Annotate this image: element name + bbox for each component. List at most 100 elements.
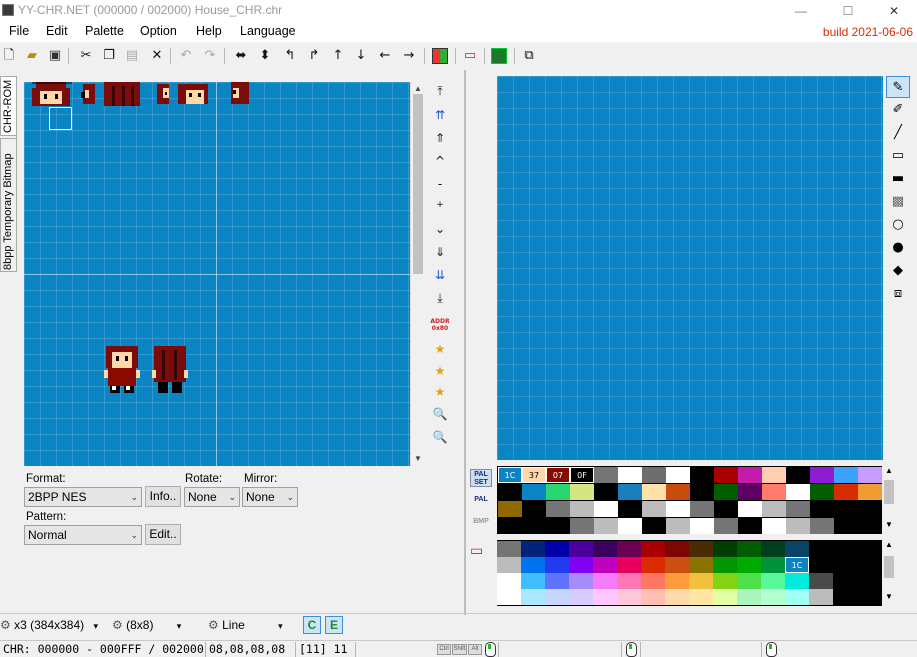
palette-swatch[interactable] — [522, 484, 546, 500]
palette-swatch[interactable] — [738, 501, 762, 517]
master-palette-swatch[interactable] — [809, 557, 833, 573]
menu-language[interactable]: Language — [240, 24, 296, 38]
shift-up-icon[interactable]: ↑ — [329, 47, 347, 65]
line-tool-icon[interactable]: ╱ — [886, 122, 910, 144]
palette-swatch[interactable] — [738, 484, 762, 500]
master-palette-scrollbar[interactable]: ▲ ▼ — [882, 540, 896, 606]
palette-swatch[interactable] — [714, 484, 738, 500]
palette-swatch[interactable] — [522, 501, 546, 517]
zoom-in-icon[interactable]: 🔍 — [428, 407, 452, 421]
palette-swatch[interactable] — [810, 518, 834, 534]
master-palette-swatch[interactable] — [617, 589, 641, 605]
master-palette-swatch[interactable] — [857, 589, 881, 605]
master-palette-swatch[interactable] — [569, 541, 593, 557]
cut-icon[interactable]: ✂ — [77, 47, 95, 65]
chr-tile-view[interactable] — [24, 82, 410, 466]
nav-byte-down-icon[interactable]: + — [428, 200, 452, 210]
palette-swatch[interactable] — [594, 484, 618, 500]
filled-rectangle-tool-icon[interactable]: ▬ — [886, 168, 910, 190]
palette-swatch[interactable] — [810, 501, 834, 517]
select-tool-icon[interactable]: ⧈ — [886, 283, 910, 305]
scroll-down-arrow-icon[interactable]: ▼ — [411, 454, 425, 463]
draw-mode-select[interactable]: ⚙ Line ▾ — [208, 618, 283, 632]
pattern-edit-button[interactable]: Edit.. — [145, 524, 181, 545]
master-palette-swatch[interactable] — [569, 573, 593, 589]
master-palette-swatch[interactable] — [545, 573, 569, 589]
master-palette-swatch[interactable] — [785, 573, 809, 589]
palette-swatch[interactable] — [546, 501, 570, 517]
save-bitmap-icon[interactable] — [490, 47, 508, 65]
dither-rectangle-tool-icon[interactable]: ▩ — [886, 191, 910, 213]
nav-page-up-icon[interactable]: ⇑ — [428, 131, 452, 145]
master-palette-swatch[interactable] — [593, 541, 617, 557]
master-palette-swatch[interactable] — [593, 589, 617, 605]
palette-swatch[interactable] — [594, 501, 618, 517]
palette-swatch[interactable] — [762, 467, 786, 483]
palette-swatch[interactable] — [786, 484, 810, 500]
filled-ellipse-tool-icon[interactable]: ● — [886, 237, 910, 259]
flip-horizontal-icon[interactable]: ⬌ — [232, 47, 250, 65]
palette-swatch[interactable] — [690, 501, 714, 517]
mirror-select[interactable]: None ⌄ — [242, 487, 298, 507]
palette-set-grid[interactable]: 1C 37 07 0F — [497, 466, 882, 534]
pal-set-button[interactable]: PAL SET — [470, 469, 492, 487]
menu-palette[interactable]: Palette — [85, 24, 124, 38]
scroll-thumb[interactable] — [413, 94, 423, 274]
undo-icon[interactable]: ↶ — [177, 47, 195, 65]
master-palette-swatch[interactable] — [689, 573, 713, 589]
menu-option[interactable]: Option — [140, 24, 177, 38]
palette-swatch[interactable] — [570, 518, 594, 534]
palette-swatch[interactable] — [810, 467, 834, 483]
palette-swatch[interactable] — [570, 501, 594, 517]
master-palette-swatch[interactable] — [593, 557, 617, 573]
master-palette-swatch[interactable] — [665, 557, 689, 573]
master-palette-swatch[interactable] — [641, 541, 665, 557]
pen-tool-icon[interactable]: ✐ — [886, 99, 910, 121]
ellipse-tool-icon[interactable]: ○ — [886, 214, 910, 236]
palette-swatch[interactable] — [618, 518, 642, 534]
open-in-window-icon[interactable]: ⧉ — [520, 47, 538, 65]
master-palette-swatch[interactable] — [833, 589, 857, 605]
palette-swatch[interactable] — [834, 484, 858, 500]
bmp-label[interactable]: BMP — [470, 518, 492, 526]
tile-edit-canvas[interactable] — [497, 76, 883, 460]
toggle-c-button[interactable]: C — [303, 616, 321, 634]
nav-page-down-fast-icon[interactable]: ⇊ — [428, 268, 452, 282]
master-palette-swatch[interactable] — [833, 573, 857, 589]
palette-set-scrollbar[interactable]: ▲ ▼ — [882, 466, 896, 534]
minimize-button[interactable]: — — [778, 0, 824, 22]
palette-selected-color[interactable]: 0F — [570, 467, 594, 483]
maximize-button[interactable]: ☐ — [825, 0, 871, 22]
palette-swatch[interactable] — [618, 501, 642, 517]
master-palette-swatch[interactable] — [569, 557, 593, 573]
master-palette-swatch[interactable] — [665, 573, 689, 589]
palette-swatch[interactable] — [666, 467, 690, 483]
master-palette-swatch[interactable] — [785, 589, 809, 605]
palette-swatch[interactable] — [642, 501, 666, 517]
bookmark-star-next-icon[interactable]: ★ — [428, 342, 452, 356]
palette-swatch[interactable] — [834, 467, 858, 483]
master-palette-swatch[interactable]: 1C — [785, 557, 809, 573]
master-palette-swatch[interactable] — [545, 589, 569, 605]
format-select[interactable]: 2BPP NES ⌄ — [24, 487, 142, 507]
palette-selected-color[interactable]: 1C — [498, 467, 522, 483]
master-palette-swatch[interactable] — [713, 573, 737, 589]
master-palette-swatch[interactable] — [593, 573, 617, 589]
master-palette-swatch[interactable] — [521, 557, 545, 573]
nav-byte-up-icon[interactable]: - — [428, 177, 452, 191]
palette-swatch[interactable] — [546, 484, 570, 500]
menu-file[interactable]: File — [9, 24, 29, 38]
chr-vertical-scrollbar[interactable]: ▲ ▼ — [410, 82, 424, 466]
info-button[interactable]: Info.. — [145, 486, 181, 507]
palette-swatch[interactable] — [570, 484, 594, 500]
master-palette-swatch[interactable] — [617, 541, 641, 557]
tab-temporary-bitmap[interactable]: 8bpp Temporary Bitmap — [0, 138, 17, 272]
pencil-tool-icon[interactable]: ✎ — [886, 76, 910, 98]
pal-label[interactable]: PAL — [470, 496, 492, 504]
palette-dialog-icon[interactable]: ▭ — [461, 47, 479, 65]
pattern-select[interactable]: Normal ⌄ — [24, 525, 142, 545]
palette-swatch[interactable] — [858, 484, 882, 500]
master-palette-swatch[interactable] — [641, 557, 665, 573]
menu-help[interactable]: Help — [196, 24, 222, 38]
master-palette-swatch[interactable] — [521, 573, 545, 589]
